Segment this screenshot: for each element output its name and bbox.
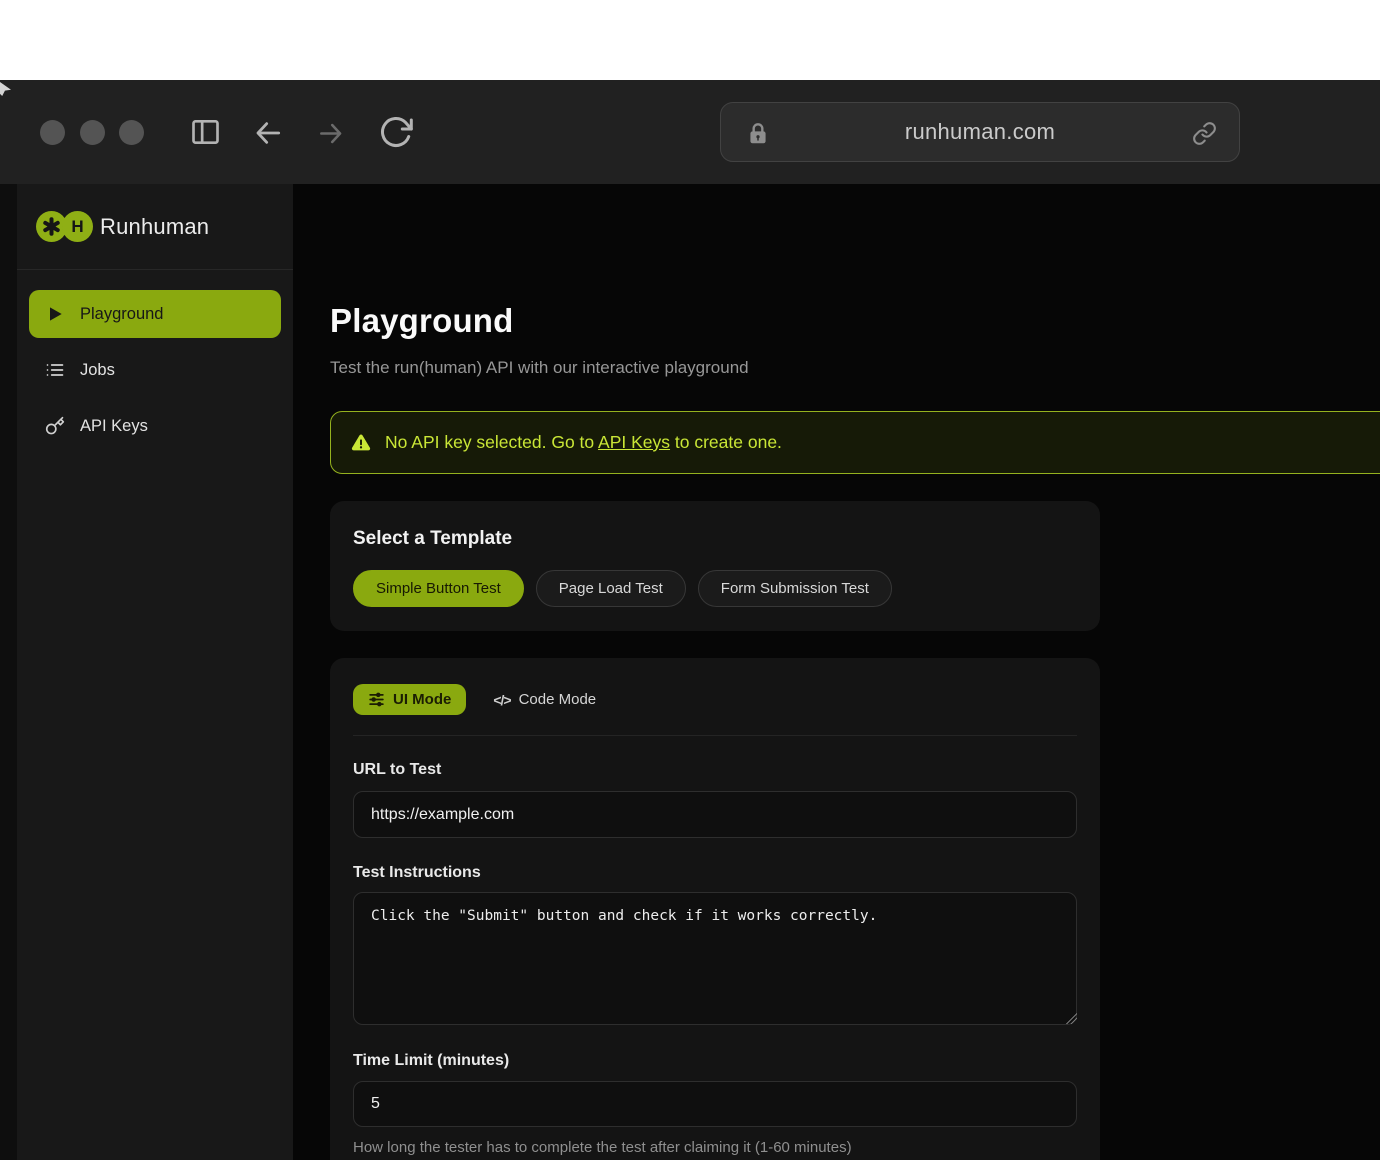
test-config-card: UI Mode </> Code Mode URL to Test Test I… <box>330 658 1100 1160</box>
instructions-field-label: Test Instructions <box>353 864 481 881</box>
instructions-textarea[interactable]: Click the "Submit" button and check if i… <box>353 892 1077 1025</box>
api-key-warning-banner: No API key selected. Go to API Keys to c… <box>330 411 1380 474</box>
sidebar-toggle-icon[interactable] <box>189 116 222 148</box>
banner-text-before: No API key selected. Go to <box>385 432 599 452</box>
sidebar-item-label: Playground <box>80 304 164 323</box>
template-simple-button-test[interactable]: Simple Button Test <box>353 570 524 607</box>
api-keys-link[interactable]: API Keys <box>598 432 670 452</box>
app-content: H Runhuman Playground Jobs API Keys Play… <box>0 184 1380 1160</box>
time-limit-help: How long the tester has to complete the … <box>353 1139 852 1156</box>
address-bar[interactable]: runhuman.com <box>720 102 1240 162</box>
sidebar-item-playground[interactable]: Playground <box>29 290 281 338</box>
link-icon[interactable] <box>1192 121 1217 146</box>
time-limit-field-label: Time Limit (minutes) <box>353 1052 510 1069</box>
reload-icon[interactable] <box>378 114 414 150</box>
sidebar-item-label: Jobs <box>80 360 115 379</box>
window-close-button[interactable] <box>40 120 65 145</box>
window-edge-strip <box>0 184 17 1160</box>
template-card: Select a Template Simple Button Test Pag… <box>330 501 1100 631</box>
play-icon <box>45 304 65 324</box>
page-title: Playground <box>330 302 514 339</box>
list-icon <box>45 360 65 380</box>
window-minimize-button[interactable] <box>80 120 105 145</box>
template-card-title: Select a Template <box>353 528 513 549</box>
template-form-submission-test[interactable]: Form Submission Test <box>697 570 892 607</box>
logo-h-icon: H <box>62 211 93 242</box>
warning-icon <box>350 432 372 453</box>
ui-mode-tab[interactable]: UI Mode <box>353 684 467 715</box>
brand-name: Runhuman <box>100 213 210 239</box>
browser-toolbar: runhuman.com <box>0 80 1380 184</box>
sidebar: H Runhuman Playground Jobs API Keys <box>17 184 293 1160</box>
url-field-label: URL to Test <box>353 761 442 778</box>
sliders-icon <box>368 691 385 708</box>
window-zoom-button[interactable] <box>119 120 144 145</box>
code-mode-tab[interactable]: </> Code Mode <box>493 691 596 708</box>
sidebar-nav: Playground Jobs API Keys <box>17 270 293 450</box>
lock-icon <box>745 120 771 147</box>
banner-text-after: to create one. <box>670 432 782 452</box>
forward-icon[interactable] <box>314 119 348 148</box>
sidebar-item-api-keys[interactable]: API Keys <box>29 402 281 450</box>
key-icon <box>45 416 65 436</box>
template-options: Simple Button Test Page Load Test Form S… <box>353 570 892 607</box>
sidebar-item-label: API Keys <box>80 416 148 435</box>
browser-window: runhuman.com H Runhuman Playground Jobs … <box>0 80 1380 1160</box>
time-limit-input[interactable] <box>353 1081 1077 1127</box>
main-content: Playground Test the run(human) API with … <box>293 184 1380 1160</box>
brand: H Runhuman <box>17 184 293 270</box>
code-icon: </> <box>493 691 511 708</box>
url-input[interactable] <box>353 791 1077 838</box>
page-subtitle: Test the run(human) API with our interac… <box>330 358 749 377</box>
url-text: runhuman.com <box>904 119 1056 144</box>
mode-switcher: UI Mode </> Code Mode <box>353 684 596 715</box>
sidebar-item-jobs[interactable]: Jobs <box>29 346 281 394</box>
back-icon[interactable] <box>250 117 286 149</box>
form-divider <box>353 735 1077 736</box>
code-mode-label: Code Mode <box>518 691 597 708</box>
template-page-load-test[interactable]: Page Load Test <box>535 570 686 607</box>
ui-mode-label: UI Mode <box>393 691 452 708</box>
